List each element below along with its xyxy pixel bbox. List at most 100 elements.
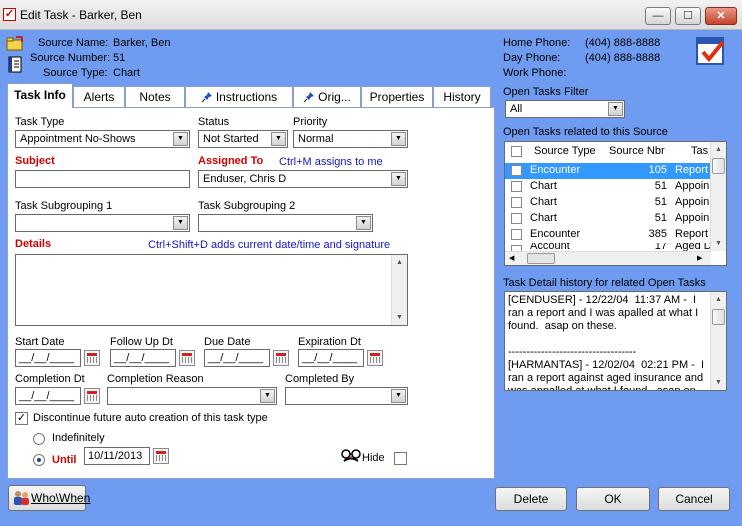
details-scrollbar[interactable]: ▲ ▼ [391, 255, 407, 325]
column-header[interactable]: Tas [691, 145, 708, 157]
scroll-down-icon[interactable]: ▼ [711, 236, 726, 251]
tab-history[interactable]: History [433, 86, 491, 108]
who-when-button[interactable]: Who\When [8, 485, 90, 511]
ok-button[interactable]: OK [576, 487, 650, 511]
scroll-up-icon[interactable]: ▲ [711, 142, 726, 157]
tab-instructions[interactable]: Instructions [185, 86, 293, 108]
grid-horizontal-scrollbar[interactable]: ◀ ▶ [505, 251, 711, 265]
details-textarea[interactable]: ▲ ▼ [15, 254, 408, 326]
hide-label: Hide [362, 452, 385, 464]
table-row[interactable]: Chart 51 Appoin [505, 179, 711, 195]
start-date-input[interactable]: __/__/____ [15, 349, 81, 367]
status-select[interactable]: Not Started ▼ [198, 130, 288, 148]
subgroup2-select[interactable]: ▼ [198, 214, 373, 232]
due-date-input[interactable]: __/__/____ [204, 349, 270, 367]
chevron-down-icon[interactable]: ▼ [173, 216, 188, 230]
title-bar[interactable]: ✓ Edit Task - Barker, Ben — ☐ ✕ [0, 0, 742, 30]
close-button[interactable]: ✕ [705, 7, 737, 25]
discontinue-checkbox[interactable]: ✓ [15, 412, 28, 425]
discontinue-label: Discontinue future auto creation of this… [33, 412, 268, 424]
tab-properties[interactable]: Properties [361, 86, 433, 108]
open-tasks-grid[interactable]: Source Type Source Nbr Tas Encounter 105… [504, 141, 727, 266]
subject-input[interactable] [15, 170, 190, 188]
grid-vertical-scrollbar[interactable]: ▲ ▼ [710, 142, 726, 251]
chevron-down-icon[interactable]: ▼ [173, 132, 188, 146]
table-row[interactable]: Chart 51 Appoin [505, 195, 711, 211]
indefinitely-radio[interactable] [33, 433, 45, 445]
scroll-down-icon[interactable]: ▼ [392, 310, 407, 325]
assigned-to-select[interactable]: Enduser, Chris D ▼ [198, 170, 408, 188]
source-nbr-cell: 17 [654, 243, 667, 251]
tab-alerts[interactable]: Alerts [73, 86, 125, 108]
tab-notes[interactable]: Notes [125, 86, 185, 108]
task-cell: Aged D [675, 243, 711, 251]
completion-date-input[interactable]: __/__/____ [15, 387, 81, 405]
tab-orig[interactable]: Orig... [293, 86, 361, 108]
task-history-textarea[interactable]: [CENDUSER] - 12/22/04 11:37 AM - I ran a… [504, 291, 727, 391]
notebook-icon[interactable] [7, 56, 23, 74]
chevron-down-icon[interactable]: ▼ [271, 132, 286, 146]
chevron-down-icon[interactable]: ▼ [260, 389, 275, 403]
scroll-up-icon[interactable]: ▲ [392, 255, 407, 270]
hide-checkbox[interactable] [394, 452, 407, 465]
scroll-left-icon[interactable]: ◀ [509, 254, 514, 262]
scroll-down-icon[interactable]: ▼ [711, 375, 726, 390]
task-cell: Report [675, 164, 709, 176]
expiration-label: Expiration Dt [298, 336, 361, 348]
pushpin-icon [303, 92, 315, 103]
open-tasks-filter-value: All [510, 103, 523, 115]
calendar-icon[interactable] [179, 350, 195, 366]
work-phone-label: Work Phone: [503, 67, 567, 79]
scroll-thumb[interactable] [712, 158, 725, 174]
row-checkbox[interactable] [511, 229, 522, 240]
until-date-input[interactable]: 10/11/2013 [84, 447, 150, 465]
priority-label: Priority [293, 116, 328, 128]
maximize-button[interactable]: ☐ [675, 7, 701, 25]
calendar-icon[interactable] [153, 448, 169, 464]
follow-up-input[interactable]: __/__/____ [110, 349, 176, 367]
completed-by-select[interactable]: ▼ [285, 387, 408, 405]
start-date-label: Start Date [15, 336, 65, 348]
calendar-icon[interactable] [367, 350, 383, 366]
row-checkbox[interactable] [511, 181, 522, 192]
chevron-down-icon[interactable]: ▼ [356, 216, 371, 230]
row-checkbox[interactable] [511, 213, 522, 224]
priority-select[interactable]: Normal ▼ [293, 130, 408, 148]
scroll-up-icon[interactable]: ▲ [711, 292, 726, 307]
window-title: Edit Task - Barker, Ben [20, 8, 142, 22]
column-header[interactable]: Source Type [534, 145, 596, 157]
table-row[interactable]: Encounter 385 Report [505, 227, 711, 243]
open-tasks-filter-select[interactable]: All ▼ [505, 100, 625, 118]
until-radio[interactable] [33, 454, 45, 466]
source-type-value: Chart [113, 67, 140, 79]
table-row[interactable]: Encounter 105 Report [505, 163, 711, 179]
calendar-icon[interactable] [84, 350, 100, 366]
chevron-down-icon[interactable]: ▼ [608, 102, 623, 116]
calendar-icon[interactable] [273, 350, 289, 366]
source-nbr-cell: 385 [648, 228, 667, 240]
open-folder-icon[interactable] [6, 36, 24, 52]
scroll-thumb[interactable] [712, 309, 725, 325]
row-checkbox[interactable] [511, 165, 522, 176]
expiration-input[interactable]: __/__/____ [298, 349, 364, 367]
delete-button[interactable]: Delete [495, 487, 567, 511]
scroll-right-icon[interactable]: ▶ [697, 254, 702, 262]
chevron-down-icon[interactable]: ▼ [391, 389, 406, 403]
table-row[interactable]: Chart 51 Appoin [505, 211, 711, 227]
scroll-thumb[interactable] [527, 253, 555, 264]
tab-task-info[interactable]: Task Info [7, 83, 73, 108]
calendar-icon[interactable] [84, 388, 100, 404]
details-label: Details [15, 238, 52, 250]
table-row[interactable]: Account 17 Aged D [505, 243, 711, 251]
cancel-button[interactable]: Cancel [658, 487, 730, 511]
select-all-checkbox[interactable] [511, 146, 522, 157]
history-scrollbar[interactable]: ▲ ▼ [710, 292, 726, 390]
chevron-down-icon[interactable]: ▼ [391, 172, 406, 186]
row-checkbox[interactable] [511, 197, 522, 208]
completion-reason-select[interactable]: ▼ [107, 387, 277, 405]
column-header[interactable]: Source Nbr [609, 145, 665, 157]
subgroup1-select[interactable]: ▼ [15, 214, 190, 232]
minimize-button[interactable]: — [645, 7, 671, 25]
task-type-select[interactable]: Appointment No-Shows ▼ [15, 130, 190, 148]
chevron-down-icon[interactable]: ▼ [391, 132, 406, 146]
